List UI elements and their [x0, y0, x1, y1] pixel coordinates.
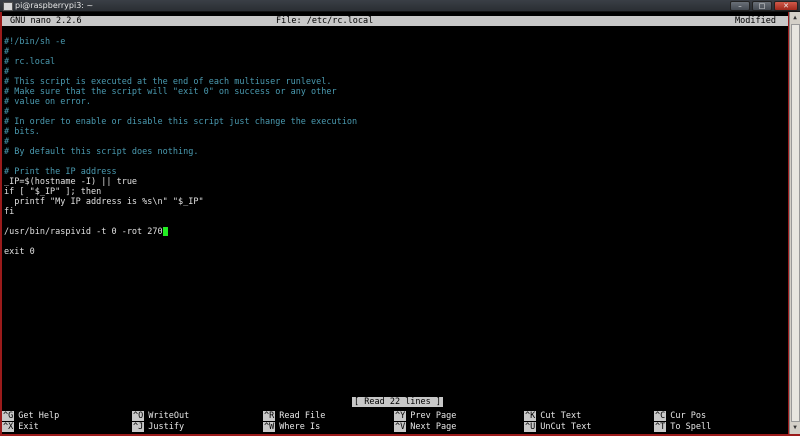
close-icon[interactable]: ✕: [774, 1, 798, 11]
file-line[interactable]: if [ "$_IP" ]; then: [4, 187, 784, 197]
file-line[interactable]: [4, 217, 784, 227]
shortcut-item[interactable]: ^K Cut Text: [524, 411, 581, 421]
file-line[interactable]: exit 0: [4, 247, 784, 257]
shortcut-item[interactable]: ^C Cur Pos: [654, 411, 706, 421]
shortcut-item[interactable]: ^W Where Is: [263, 422, 320, 432]
shortcut-key: ^O: [132, 411, 145, 421]
window-title: pi@raspberrypi3: ~: [15, 1, 94, 10]
file-line[interactable]: [4, 237, 784, 247]
scroll-up-icon[interactable]: ▲: [791, 13, 799, 23]
shortcut-label: Get Help: [18, 411, 60, 421]
file-line[interactable]: #!/bin/sh -e: [4, 37, 784, 47]
shortcut-key: ^W: [263, 422, 276, 432]
shortcut-item[interactable]: ^R Read File: [263, 411, 325, 421]
file-line[interactable]: #: [4, 107, 784, 117]
file-line[interactable]: # rc.local: [4, 57, 784, 67]
minimize-icon[interactable]: –: [730, 1, 750, 11]
shortcut-key: ^X: [2, 422, 15, 432]
shortcut-item[interactable]: ^O WriteOut: [132, 411, 189, 421]
shortcut-key: ^R: [263, 411, 276, 421]
scroll-down-icon[interactable]: ▼: [791, 423, 799, 433]
window-controls: – □ ✕: [730, 1, 798, 11]
shortcut-item[interactable]: ^J Justify: [132, 422, 184, 432]
file-line[interactable]: #: [4, 137, 784, 147]
shortcut-label: Exit: [18, 422, 39, 432]
shortcut-key: ^C: [654, 411, 667, 421]
shortcut-key: ^Y: [394, 411, 407, 421]
shortcut-label: Read File: [279, 411, 326, 421]
shortcut-label: Justify: [148, 422, 185, 432]
vertical-scrollbar[interactable]: ▲ ▼: [789, 12, 800, 434]
shortcut-item[interactable]: ^U UnCut Text: [524, 422, 591, 432]
file-line[interactable]: printf "My IP address is %s\n" "$_IP": [4, 197, 784, 207]
shortcut-label: Where Is: [279, 422, 321, 432]
nano-version: GNU nano 2.2.6: [10, 16, 82, 26]
file-line[interactable]: fi: [4, 207, 784, 217]
terminal-app-icon: [3, 2, 13, 11]
file-content[interactable]: #!/bin/sh -e # # rc.local # # This script is…: [4, 37, 784, 257]
window-titlebar[interactable]: pi@raspberrypi3: ~ – □ ✕: [0, 0, 800, 12]
shortcut-label: UnCut Text: [540, 422, 592, 432]
file-line[interactable]: # Print the IP address: [4, 167, 784, 177]
file-line[interactable]: # bits.: [4, 127, 784, 137]
shortcut-label: Next Page: [410, 422, 457, 432]
terminal-area[interactable]: GNU nano 2.2.6 File: /etc/rc.local Modif…: [2, 12, 788, 434]
shortcut-label: Cur Pos: [670, 411, 707, 421]
shortcut-item[interactable]: ^V Next Page: [394, 422, 456, 432]
nano-header-bar: GNU nano 2.2.6 File: /etc/rc.local Modif…: [2, 16, 788, 26]
nano-modified-state: Modified: [735, 16, 776, 26]
shortcut-key: ^J: [132, 422, 145, 432]
maximize-icon[interactable]: □: [752, 1, 772, 11]
file-line[interactable]: #: [4, 67, 784, 77]
status-message: [ Read 22 lines ]: [352, 397, 443, 407]
shortcut-bar: ^G Get Help ^O WriteOut ^R Read File ^Y Prev Pa…: [2, 411, 788, 433]
nano-file-name: File: /etc/rc.local: [276, 16, 374, 26]
shortcut-key: ^T: [654, 422, 667, 432]
file-line[interactable]: # In order to enable or disable this scr…: [4, 117, 784, 127]
shortcut-item[interactable]: ^X Exit: [2, 422, 39, 432]
text-cursor: [162, 227, 168, 236]
shortcut-item[interactable]: ^T To Spell: [654, 422, 711, 432]
shortcut-label: Cut Text: [540, 411, 582, 421]
shortcut-label: Prev Page: [410, 411, 457, 421]
shortcut-key: ^G: [2, 411, 15, 421]
file-line[interactable]: _IP=$(hostname -I) || true: [4, 177, 784, 187]
shortcut-key: ^U: [524, 422, 537, 432]
shortcut-label: To Spell: [670, 422, 712, 432]
file-line[interactable]: # By default this script does nothing.: [4, 147, 784, 157]
file-line[interactable]: [4, 157, 784, 167]
file-line[interactable]: # value on error.: [4, 97, 784, 107]
shortcut-key: ^V: [394, 422, 407, 432]
shortcut-key: ^K: [524, 411, 537, 421]
shortcut-label: WriteOut: [148, 411, 190, 421]
scrollbar-thumb[interactable]: [791, 24, 800, 422]
file-line[interactable]: # This script is executed at the end of …: [4, 77, 784, 87]
shortcut-item[interactable]: ^Y Prev Page: [394, 411, 456, 421]
file-line[interactable]: /usr/bin/raspivid -t 0 -rot 270: [4, 227, 784, 237]
file-line[interactable]: #: [4, 47, 784, 57]
file-line[interactable]: # Make sure that the script will "exit 0…: [4, 87, 784, 97]
shortcut-item[interactable]: ^G Get Help: [2, 411, 59, 421]
